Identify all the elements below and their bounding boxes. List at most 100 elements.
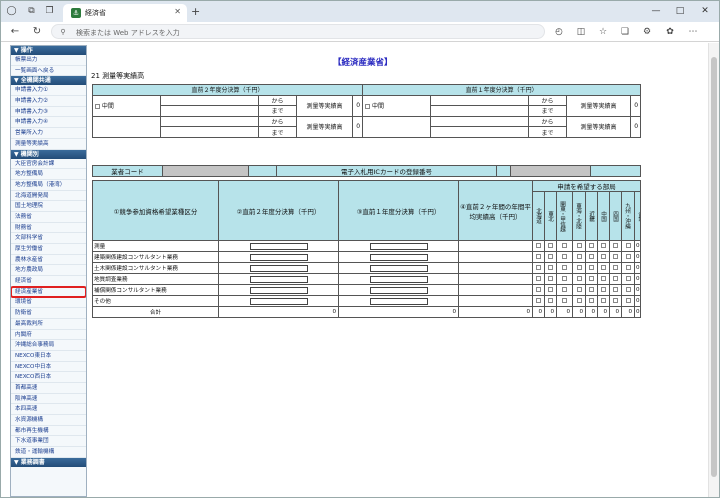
region-checkbox-cell[interactable] — [585, 262, 598, 274]
prev2-input[interactable] — [249, 253, 308, 261]
region-checkbox[interactable] — [576, 298, 582, 303]
region-checkbox-cell[interactable] — [597, 284, 610, 296]
prev2-input[interactable] — [249, 242, 308, 250]
menu-item-agency[interactable]: 地方整備局 — [11, 169, 86, 180]
back-icon[interactable]: ← — [9, 26, 21, 38]
region-checkbox-cell[interactable] — [597, 273, 610, 285]
region-checkbox[interactable] — [625, 254, 631, 259]
region-checkbox-cell[interactable] — [585, 251, 598, 263]
close-tab-icon[interactable]: ✕ — [174, 7, 181, 16]
region-checkbox-cell[interactable] — [556, 284, 573, 296]
region-checkbox[interactable] — [548, 243, 553, 248]
interim-checkbox-cell[interactable]: 中間 — [362, 94, 432, 117]
window-close-icon[interactable]: ✕ — [693, 4, 717, 18]
region-checkbox-cell[interactable] — [597, 251, 610, 263]
region-checkbox[interactable] — [548, 265, 553, 270]
menu-item-agency[interactable]: 文部科学省 — [11, 233, 86, 244]
scrollbar-thumb[interactable] — [711, 57, 717, 477]
menu-item-agency[interactable]: 阪神高速 — [11, 394, 86, 405]
region-checkbox-cell[interactable] — [532, 240, 545, 252]
date-to-field[interactable] — [430, 126, 530, 138]
date-to-field[interactable] — [430, 105, 530, 117]
region-checkbox-cell[interactable] — [556, 295, 573, 307]
region-checkbox[interactable] — [613, 265, 618, 270]
menu-item-agency[interactable]: 最高裁判所 — [11, 319, 86, 330]
more-menu-icon[interactable]: ⋯ — [687, 26, 699, 38]
browser-tab[interactable]: ⚓ 経済省 ✕ — [63, 4, 187, 22]
region-checkbox-cell[interactable] — [532, 262, 545, 274]
region-checkbox[interactable] — [548, 287, 553, 292]
region-checkbox[interactable] — [613, 298, 618, 303]
region-checkbox[interactable] — [536, 254, 541, 259]
menu-item-agency[interactable]: 鉄道・運輸機構 — [11, 447, 86, 458]
region-checkbox[interactable] — [576, 243, 582, 248]
menu-item-agency[interactable]: 厚生労働省 — [11, 244, 86, 255]
prev1-input[interactable] — [369, 286, 428, 294]
tab-actions-icon[interactable]: ❐ — [44, 6, 55, 17]
region-checkbox[interactable] — [601, 254, 606, 259]
prev2-input[interactable] — [249, 286, 308, 294]
menu-item-office-input[interactable]: 営業所入力 — [11, 128, 86, 139]
region-checkbox[interactable] — [601, 276, 606, 281]
prev1-input[interactable] — [369, 275, 428, 283]
region-checkbox-cell[interactable] — [572, 295, 586, 307]
region-checkbox-cell[interactable] — [544, 240, 557, 252]
region-checkbox-cell[interactable] — [556, 251, 573, 263]
date-from-field[interactable] — [160, 115, 259, 128]
region-checkbox-cell[interactable] — [532, 251, 545, 263]
region-checkbox-cell[interactable] — [597, 240, 610, 252]
region-checkbox[interactable] — [576, 254, 582, 259]
region-checkbox-cell[interactable] — [609, 295, 622, 307]
region-checkbox[interactable] — [601, 298, 606, 303]
prev1-input[interactable] — [369, 253, 428, 261]
menu-item-application-2[interactable]: 申請書入力② — [11, 96, 86, 107]
region-checkbox-cell[interactable] — [572, 262, 586, 274]
menu-item-agency[interactable]: 農林水産省 — [11, 255, 86, 266]
region-checkbox[interactable] — [589, 243, 594, 248]
region-checkbox-cell[interactable] — [544, 273, 557, 285]
region-checkbox-cell[interactable] — [544, 284, 557, 296]
region-checkbox-cell[interactable] — [609, 273, 622, 285]
region-checkbox[interactable] — [589, 265, 594, 270]
menu-item-agency[interactable]: 都市再生機構 — [11, 426, 86, 437]
region-checkbox[interactable] — [536, 287, 541, 292]
new-tab-icon[interactable]: + — [191, 5, 200, 18]
region-checkbox[interactable] — [576, 287, 582, 292]
interim-checkbox[interactable] — [95, 104, 100, 110]
menu-item-agency[interactable]: NEXCO東日本 — [11, 351, 86, 362]
region-checkbox-cell[interactable] — [609, 251, 622, 263]
region-checkbox[interactable] — [613, 276, 618, 281]
region-checkbox[interactable] — [536, 276, 541, 281]
region-checkbox[interactable] — [625, 298, 631, 303]
menu-item-agency[interactable]: NEXCO西日本 — [11, 372, 86, 383]
maximize-icon[interactable]: □ — [668, 4, 692, 18]
region-checkbox[interactable] — [562, 254, 567, 259]
menu-item-application-4[interactable]: 申請書入力④ — [11, 117, 86, 129]
region-checkbox[interactable] — [589, 254, 594, 259]
region-checkbox[interactable] — [536, 243, 541, 248]
region-checkbox-cell[interactable] — [532, 284, 545, 296]
date-from-field[interactable] — [160, 94, 259, 107]
region-checkbox-cell[interactable] — [572, 240, 586, 252]
prev1-input[interactable] — [369, 242, 428, 250]
menu-item-back-to-list[interactable]: 一覧画面へ戻る — [11, 66, 86, 77]
region-checkbox[interactable] — [601, 243, 606, 248]
region-checkbox-cell[interactable] — [609, 262, 622, 274]
region-checkbox-cell[interactable] — [556, 262, 573, 274]
date-to-field[interactable] — [160, 105, 259, 117]
menu-item-agency[interactable]: 首都高速 — [11, 383, 86, 394]
menu-item-agency[interactable]: 地方整備局（港湾） — [11, 180, 86, 191]
region-checkbox[interactable] — [536, 298, 541, 303]
region-checkbox-cell[interactable] — [556, 273, 573, 285]
refresh-icon[interactable]: ↻ — [31, 26, 43, 38]
menu-item-agency[interactable]: 本四高速 — [11, 404, 86, 415]
minimize-icon[interactable]: — — [644, 4, 668, 18]
region-checkbox-cell[interactable] — [609, 284, 622, 296]
region-checkbox-cell[interactable] — [544, 295, 557, 307]
region-checkbox-cell[interactable] — [532, 273, 545, 285]
menu-item-form-output[interactable]: 帳票出力 — [11, 55, 86, 66]
region-checkbox-cell[interactable] — [621, 273, 635, 285]
date-from-field[interactable] — [430, 94, 530, 107]
prev2-input[interactable] — [249, 275, 308, 283]
prev1-input[interactable] — [369, 264, 428, 272]
